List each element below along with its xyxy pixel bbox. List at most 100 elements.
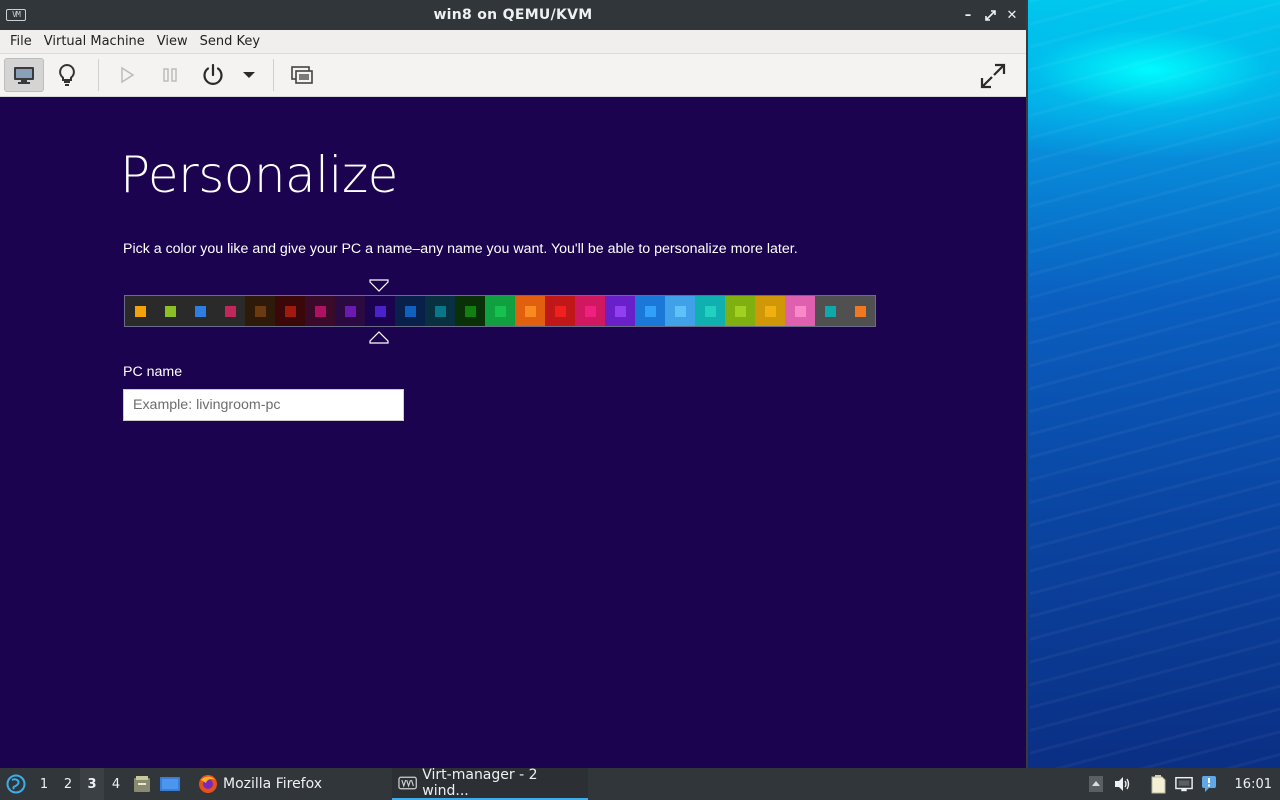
tray-expand-button[interactable]	[1087, 775, 1105, 793]
color-swatch-square	[434, 305, 446, 317]
color-swatch-16[interactable]	[575, 296, 605, 326]
color-swatch-25[interactable]	[845, 296, 875, 326]
color-swatch-square	[344, 305, 356, 317]
color-picker-bar[interactable]	[124, 295, 876, 327]
toolbar-separator	[273, 59, 274, 91]
task-virt-manager[interactable]: Virt-manager - 2 wind...	[392, 767, 589, 800]
snapshots-button[interactable]	[282, 58, 322, 92]
color-swatch-square	[614, 305, 626, 317]
menu-file[interactable]: File	[4, 34, 38, 49]
toolbar-separator	[98, 59, 99, 91]
color-swatch-23[interactable]	[785, 296, 815, 326]
fullscreen-button[interactable]	[973, 59, 1013, 93]
start-menu-button[interactable]	[0, 768, 32, 800]
color-swatch-20[interactable]	[695, 296, 725, 326]
show-details-button[interactable]	[47, 58, 87, 92]
system-tray: 16:01	[1087, 768, 1280, 800]
pause-icon	[163, 68, 177, 82]
color-swatch-square	[314, 305, 326, 317]
color-swatch-6[interactable]	[275, 296, 305, 326]
virt-viewer-window: VM win8 on QEMU/KVM – ✕ File Virtual Mac…	[0, 0, 1028, 768]
color-swatch-1[interactable]	[125, 296, 155, 326]
color-swatch-square	[704, 305, 716, 317]
menubar: File Virtual Machine View Send Key	[0, 30, 1026, 54]
color-swatch-14[interactable]	[515, 296, 545, 326]
workspace-2[interactable]: 2	[56, 768, 80, 800]
color-swatch-19[interactable]	[665, 296, 695, 326]
pause-button[interactable]	[150, 58, 190, 92]
network-button[interactable]	[1174, 775, 1193, 793]
taskbar: 1 2 3 4 Mozilla Firefox Virt-manager - 2…	[0, 767, 1280, 800]
run-button[interactable]	[107, 58, 147, 92]
color-swatch-square	[404, 305, 416, 317]
color-swatch-8[interactable]	[335, 296, 365, 326]
task-firefox[interactable]: Mozilla Firefox	[184, 768, 328, 800]
guest-display[interactable]: Personalize Pick a color you like and gi…	[2, 98, 1026, 768]
network-icon	[1174, 776, 1193, 792]
restore-button[interactable]	[982, 6, 998, 24]
color-swatch-square	[224, 305, 236, 317]
power-icon	[203, 63, 223, 85]
pc-name-label: PC name	[123, 364, 183, 380]
desktop-icon	[160, 777, 180, 791]
color-swatch-square	[674, 305, 686, 317]
color-swatch-24[interactable]	[815, 296, 845, 326]
pc-name-input[interactable]	[123, 389, 404, 421]
color-swatch-21[interactable]	[725, 296, 755, 326]
page-title: Personalize	[120, 146, 398, 204]
color-swatch-12[interactable]	[455, 296, 485, 326]
notifications-button[interactable]	[1201, 775, 1219, 793]
color-swatch-17[interactable]	[605, 296, 635, 326]
volume-button[interactable]	[1113, 775, 1131, 793]
color-swatch-22[interactable]	[755, 296, 785, 326]
up-arrow-icon	[1088, 776, 1103, 792]
color-swatch-square	[644, 305, 656, 317]
color-swatch-square	[464, 305, 476, 317]
file-manager-icon	[134, 776, 150, 792]
color-swatch-square	[524, 305, 536, 317]
screenshot-icon	[291, 66, 313, 84]
shutdown-menu-button[interactable]	[236, 58, 262, 92]
minimize-button[interactable]: –	[960, 6, 976, 24]
file-manager-launcher[interactable]	[128, 768, 156, 800]
show-desktop-launcher[interactable]	[156, 768, 184, 800]
color-swatch-3[interactable]	[185, 296, 215, 326]
color-slider-top-marker[interactable]	[369, 279, 389, 293]
color-swatch-7[interactable]	[305, 296, 335, 326]
close-button[interactable]: ✕	[1004, 6, 1020, 24]
color-swatch-square	[584, 305, 596, 317]
color-swatch-11[interactable]	[425, 296, 455, 326]
lxqt-start-icon	[6, 774, 26, 794]
color-swatch-13[interactable]	[485, 296, 515, 326]
color-swatch-18[interactable]	[635, 296, 665, 326]
color-swatch-9[interactable]	[365, 296, 395, 326]
monitor-icon	[14, 67, 34, 84]
notification-icon	[1201, 776, 1216, 792]
workspace-3[interactable]: 3	[80, 768, 104, 800]
task-label: Mozilla Firefox	[223, 776, 323, 792]
color-swatch-square	[554, 305, 566, 317]
color-swatch-square	[134, 305, 146, 317]
color-slider-bottom-marker[interactable]	[369, 330, 389, 344]
fullscreen-icon	[980, 63, 1006, 89]
workspace-1[interactable]: 1	[32, 768, 56, 800]
color-swatch-5[interactable]	[245, 296, 275, 326]
menu-view[interactable]: View	[151, 34, 194, 49]
menu-send-key[interactable]: Send Key	[194, 34, 266, 49]
color-swatch-10[interactable]	[395, 296, 425, 326]
virt-manager-icon	[398, 776, 417, 790]
shutdown-button[interactable]	[193, 58, 233, 92]
color-swatch-square	[284, 305, 296, 317]
color-swatch-4[interactable]	[215, 296, 245, 326]
window-titlebar[interactable]: VM win8 on QEMU/KVM – ✕	[0, 0, 1026, 30]
clock[interactable]: 16:01	[1235, 777, 1272, 792]
menu-virtual-machine[interactable]: Virtual Machine	[38, 34, 151, 49]
workspace-4[interactable]: 4	[104, 768, 128, 800]
color-swatch-square	[194, 305, 206, 317]
color-swatch-square	[164, 305, 176, 317]
color-swatch-2[interactable]	[155, 296, 185, 326]
play-icon	[121, 66, 135, 84]
show-console-button[interactable]	[4, 58, 44, 92]
clipboard-button[interactable]	[1149, 775, 1167, 794]
color-swatch-15[interactable]	[545, 296, 575, 326]
